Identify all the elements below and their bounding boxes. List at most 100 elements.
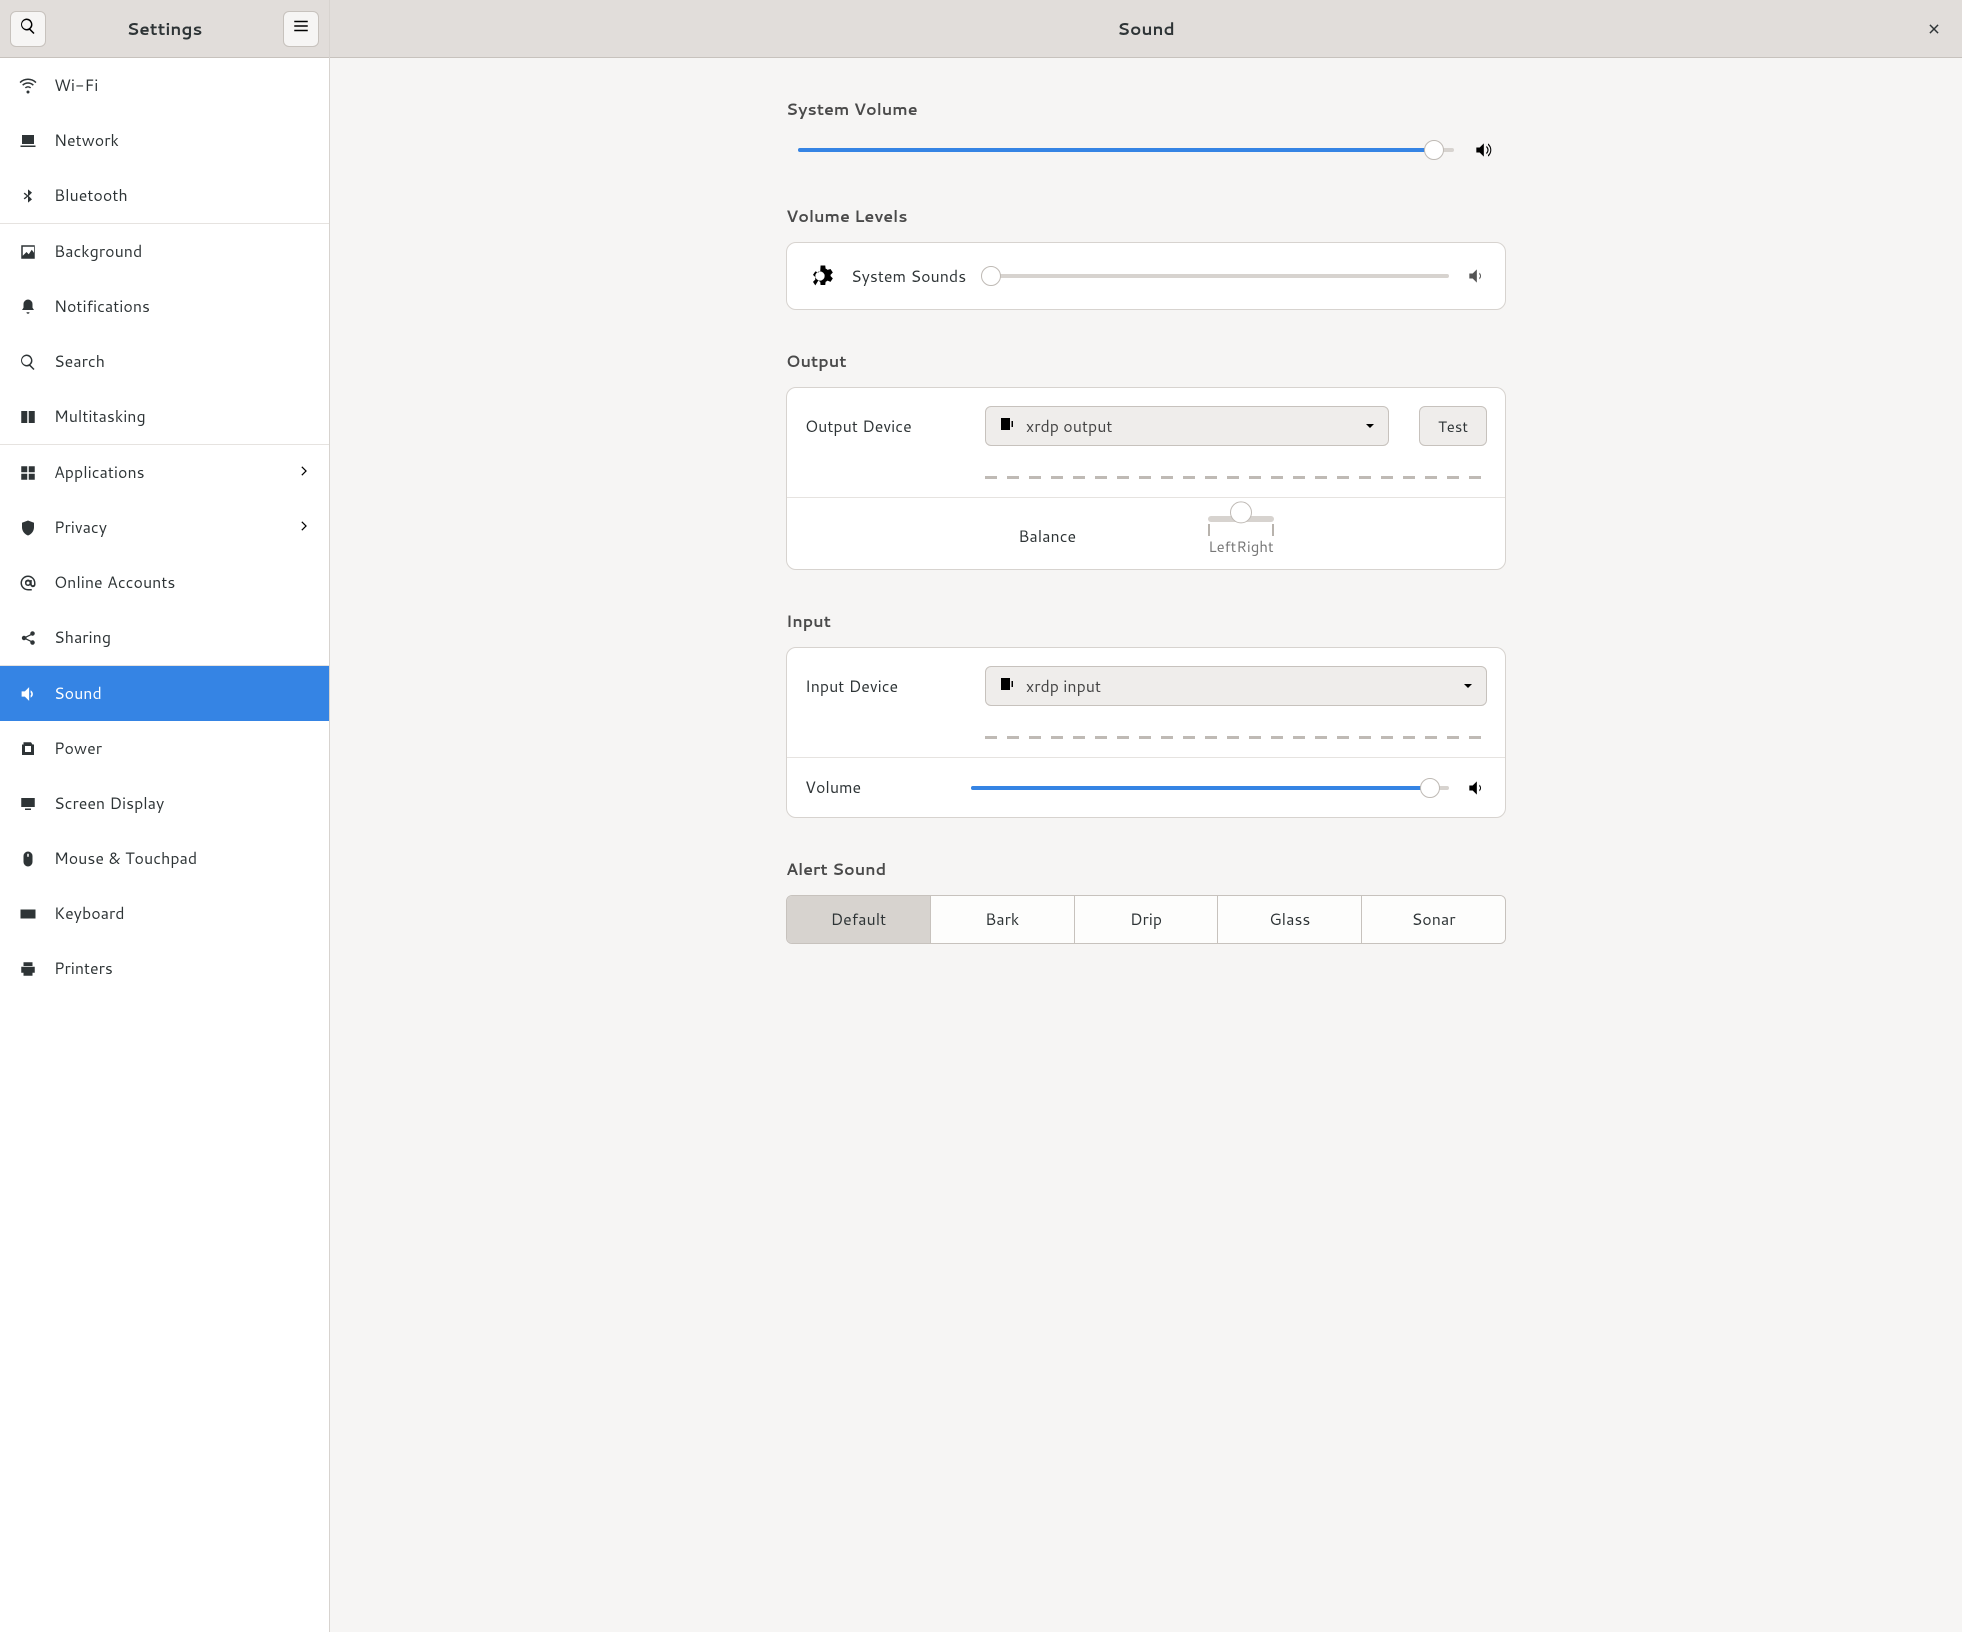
sidebar-label: Search (54, 350, 311, 373)
output-device-dropdown[interactable]: xrdp output (985, 406, 1389, 446)
sidebar-label: Network (54, 129, 311, 152)
sidebar-label: Keyboard (54, 902, 311, 925)
system-sounds-label: System Sounds (851, 265, 966, 288)
search-icon (19, 17, 37, 40)
output-device-label: Output Device (805, 415, 955, 438)
hamburger-icon (292, 17, 310, 40)
output-device-value: xrdp output (1026, 415, 1354, 438)
content-header: Sound (330, 0, 1962, 58)
speaker-full-icon[interactable] (1472, 139, 1494, 161)
content-pane: Sound System Volume (330, 0, 1962, 1632)
speaker-icon[interactable] (1465, 265, 1487, 287)
sidebar-item-screen-display[interactable]: Screen Display (0, 776, 329, 831)
search-button[interactable] (10, 11, 46, 47)
alert-option-sonar[interactable]: Sonar (1362, 896, 1505, 943)
heading-output: Output (786, 350, 1506, 373)
card-icon (998, 415, 1016, 438)
sidebar-item-sharing[interactable]: Sharing (0, 610, 329, 666)
share-icon (18, 628, 38, 648)
balance-right-label: Right (1236, 536, 1273, 557)
close-icon (1927, 16, 1941, 42)
sidebar-title: Settings (46, 17, 283, 41)
settings-app: Settings Wi-Fi Network Bluetooth (0, 0, 1962, 1632)
bluetooth-icon (18, 186, 38, 206)
sidebar-label: Applications (54, 461, 281, 484)
alert-option-default[interactable]: Default (787, 896, 931, 943)
content-body: System Volume Volume Levels (330, 58, 1962, 1632)
chevron-right-icon (297, 461, 311, 484)
system-sounds-slider[interactable] (982, 266, 1449, 286)
chevron-down-icon (1364, 416, 1376, 437)
section-system-volume: System Volume (786, 98, 1506, 165)
sidebar-label: Bluetooth (54, 184, 311, 207)
heading-alert-sound: Alert Sound (786, 858, 1506, 881)
sidebar-item-privacy[interactable]: Privacy (0, 500, 329, 555)
heading-system-volume: System Volume (786, 98, 1506, 121)
speaker-icon[interactable] (1465, 777, 1487, 799)
input-level-meter (985, 736, 1487, 739)
system-volume-slider[interactable] (798, 140, 1454, 160)
sidebar-label: Screen Display (54, 792, 311, 815)
section-alert-sound: Alert Sound Default Bark Drip Glass Sona… (786, 858, 1506, 944)
chevron-right-icon (297, 516, 311, 539)
sidebar-label: Sound (54, 682, 311, 705)
section-output: Output Output Device xrdp output Test (786, 350, 1506, 570)
input-volume-label: Volume (805, 776, 955, 799)
sidebar-item-online-accounts[interactable]: Online Accounts (0, 555, 329, 610)
sidebar-item-multitasking[interactable]: Multitasking (0, 389, 329, 445)
network-icon (18, 131, 38, 151)
balance-left-label: Left (1208, 536, 1236, 557)
search-icon (18, 352, 38, 372)
input-device-label: Input Device (805, 675, 955, 698)
sidebar-item-background[interactable]: Background (0, 224, 329, 279)
heading-volume-levels: Volume Levels (786, 205, 1506, 228)
wifi-icon (18, 76, 38, 96)
multitasking-icon (18, 407, 38, 427)
sidebar-item-wifi[interactable]: Wi-Fi (0, 58, 329, 113)
keyboard-icon (18, 904, 38, 924)
section-input: Input Input Device xrdp input (786, 610, 1506, 818)
sidebar-label: Privacy (54, 516, 281, 539)
sidebar-item-mouse-touchpad[interactable]: Mouse & Touchpad (0, 831, 329, 886)
input-device-dropdown[interactable]: xrdp input (985, 666, 1487, 706)
close-button[interactable] (1920, 15, 1948, 43)
gear-icon (805, 261, 835, 291)
bell-icon (18, 297, 38, 317)
balance-slider[interactable]: Left Right (1208, 516, 1273, 557)
input-volume-slider[interactable] (971, 778, 1449, 798)
sidebar-item-applications[interactable]: Applications (0, 445, 329, 500)
sidebar-label: Wi-Fi (54, 74, 311, 97)
sidebar-label: Sharing (54, 626, 311, 649)
balance-label: Balance (1018, 525, 1168, 548)
sidebar-label: Printers (54, 957, 311, 980)
menu-button[interactable] (283, 11, 319, 47)
sidebar-item-power[interactable]: Power (0, 721, 329, 776)
alert-option-drip[interactable]: Drip (1075, 896, 1219, 943)
power-icon (18, 739, 38, 759)
sidebar-label: Mouse & Touchpad (54, 847, 311, 870)
sidebar-item-bluetooth[interactable]: Bluetooth (0, 168, 329, 224)
sidebar-label: Notifications (54, 295, 311, 318)
sidebar-item-notifications[interactable]: Notifications (0, 279, 329, 334)
alert-option-glass[interactable]: Glass (1218, 896, 1362, 943)
heading-input: Input (786, 610, 1506, 633)
mouse-icon (18, 849, 38, 869)
apps-icon (18, 463, 38, 483)
background-icon (18, 242, 38, 262)
sound-icon (18, 684, 38, 704)
test-button[interactable]: Test (1419, 406, 1487, 446)
sidebar-item-search[interactable]: Search (0, 334, 329, 389)
sidebar-label: Background (54, 240, 311, 263)
section-volume-levels: Volume Levels System Sounds (786, 205, 1506, 310)
sidebar-label: Online Accounts (54, 571, 311, 594)
sidebar-item-keyboard[interactable]: Keyboard (0, 886, 329, 941)
sidebar-item-sound[interactable]: Sound (0, 666, 329, 721)
alert-sound-group: Default Bark Drip Glass Sonar (786, 895, 1506, 944)
sidebar-label: Power (54, 737, 311, 760)
sidebar-item-network[interactable]: Network (0, 113, 329, 168)
card-icon (998, 675, 1016, 698)
privacy-icon (18, 518, 38, 538)
sidebar-label: Multitasking (54, 405, 311, 428)
sidebar-item-printers[interactable]: Printers (0, 941, 329, 996)
alert-option-bark[interactable]: Bark (931, 896, 1075, 943)
